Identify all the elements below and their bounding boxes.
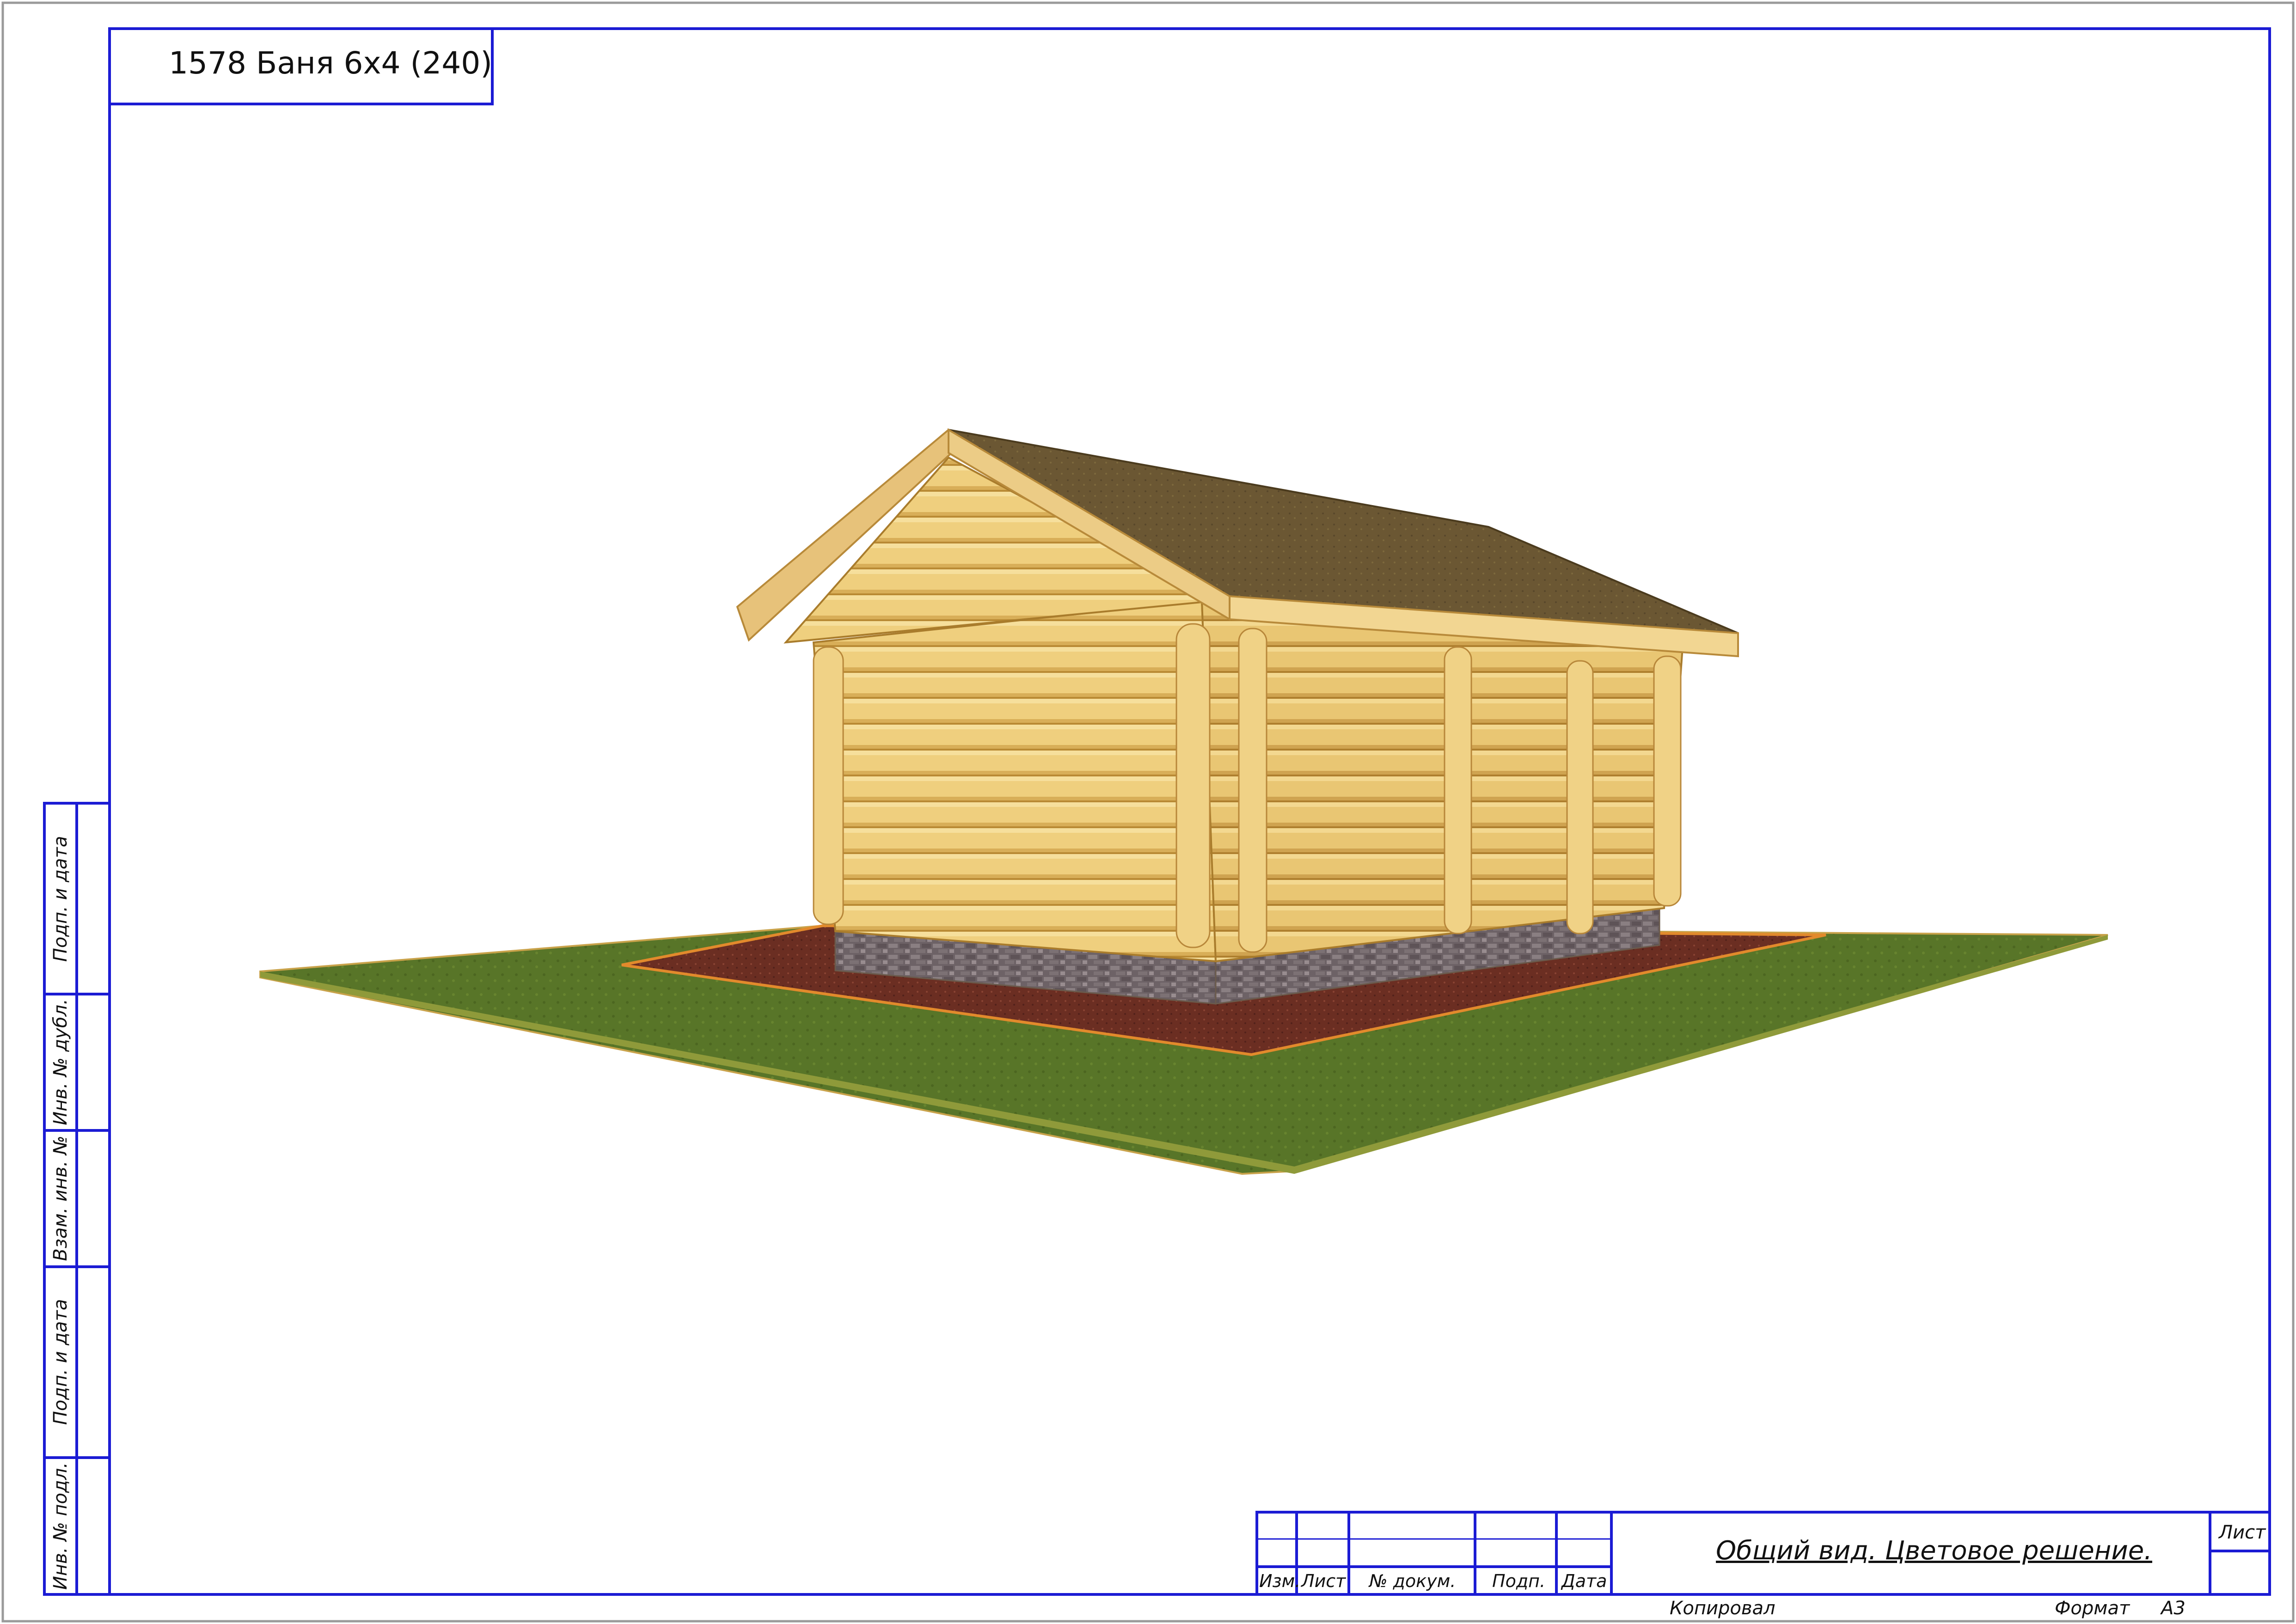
- column-signature: Подп.: [1492, 1571, 1546, 1591]
- stamp-label-original-inventory: Инв. № подл.: [50, 1462, 71, 1590]
- bathhouse-render: [259, 428, 2108, 1175]
- stamp-label-replacement-inventory: Взам. инв. №: [50, 1136, 71, 1261]
- copied-label: Копировал: [1670, 1598, 1776, 1619]
- format-label: Формат: [2055, 1598, 2130, 1619]
- stamp-label-duplicate-inventory: Инв. № дубл.: [50, 999, 71, 1125]
- format-value: А3: [2161, 1598, 2186, 1619]
- stamp-label-signature-date-bottom: Подп. и дата: [50, 1299, 71, 1425]
- column-date: Дата: [1561, 1571, 1607, 1591]
- column-revision: Изм.: [1259, 1571, 1301, 1591]
- drawing-sheet: [1, 1, 2295, 1623]
- sheet-label: Лист: [2219, 1522, 2266, 1543]
- wall-front: [812, 599, 1217, 963]
- stamp-label-signature-date-top: Подп. и дата: [50, 836, 71, 962]
- column-sheet: Лист: [1301, 1571, 1346, 1591]
- wall-side: [1200, 599, 1684, 963]
- column-document-number: № докум.: [1369, 1571, 1456, 1591]
- project-title: 1578 Баня 6x4 (240): [169, 45, 492, 81]
- sheet-title: Общий вид. Цветовое решение.: [1716, 1536, 2152, 1566]
